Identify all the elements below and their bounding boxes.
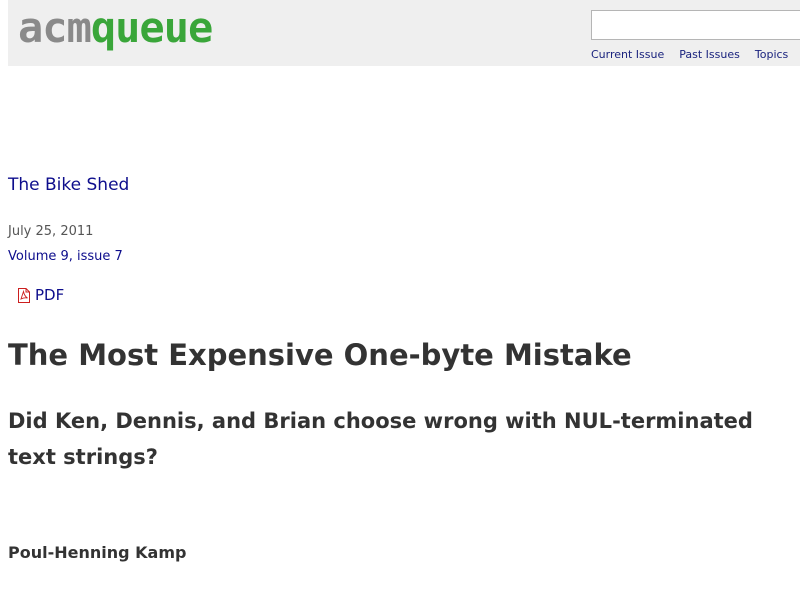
page: acm queue Current Issue Past Issues Topic…	[0, 0, 800, 600]
article-title: The Most Expensive One-byte Mistake	[8, 338, 632, 372]
logo-queue-text: queue	[90, 3, 213, 52]
nav-current-issue-link[interactable]: Current Issue	[591, 48, 664, 61]
pdf-download-link[interactable]: PDF	[18, 286, 64, 304]
acmqueue-logo[interactable]: acm queue	[18, 3, 213, 60]
logo-acm-text: acm	[18, 3, 92, 52]
article-author: Poul-Henning Kamp	[8, 543, 187, 562]
nav-past-issues-link[interactable]: Past Issues	[679, 48, 740, 61]
column-link[interactable]: The Bike Shed	[8, 175, 129, 195]
article-subtitle: Did Ken, Dennis, and Brian choose wrong …	[8, 409, 753, 469]
site-header: acm queue Current Issue Past Issues Topic…	[8, 0, 800, 66]
pdf-file-icon	[18, 287, 30, 303]
publication-date: July 25, 2011	[8, 224, 94, 239]
volume-issue-link[interactable]: Volume 9, issue 7	[8, 249, 123, 264]
top-navigation: Current Issue Past Issues Topics	[591, 48, 788, 61]
nav-topics-link[interactable]: Topics	[755, 48, 788, 61]
pdf-label: PDF	[35, 286, 65, 304]
search-input[interactable]	[591, 10, 800, 40]
